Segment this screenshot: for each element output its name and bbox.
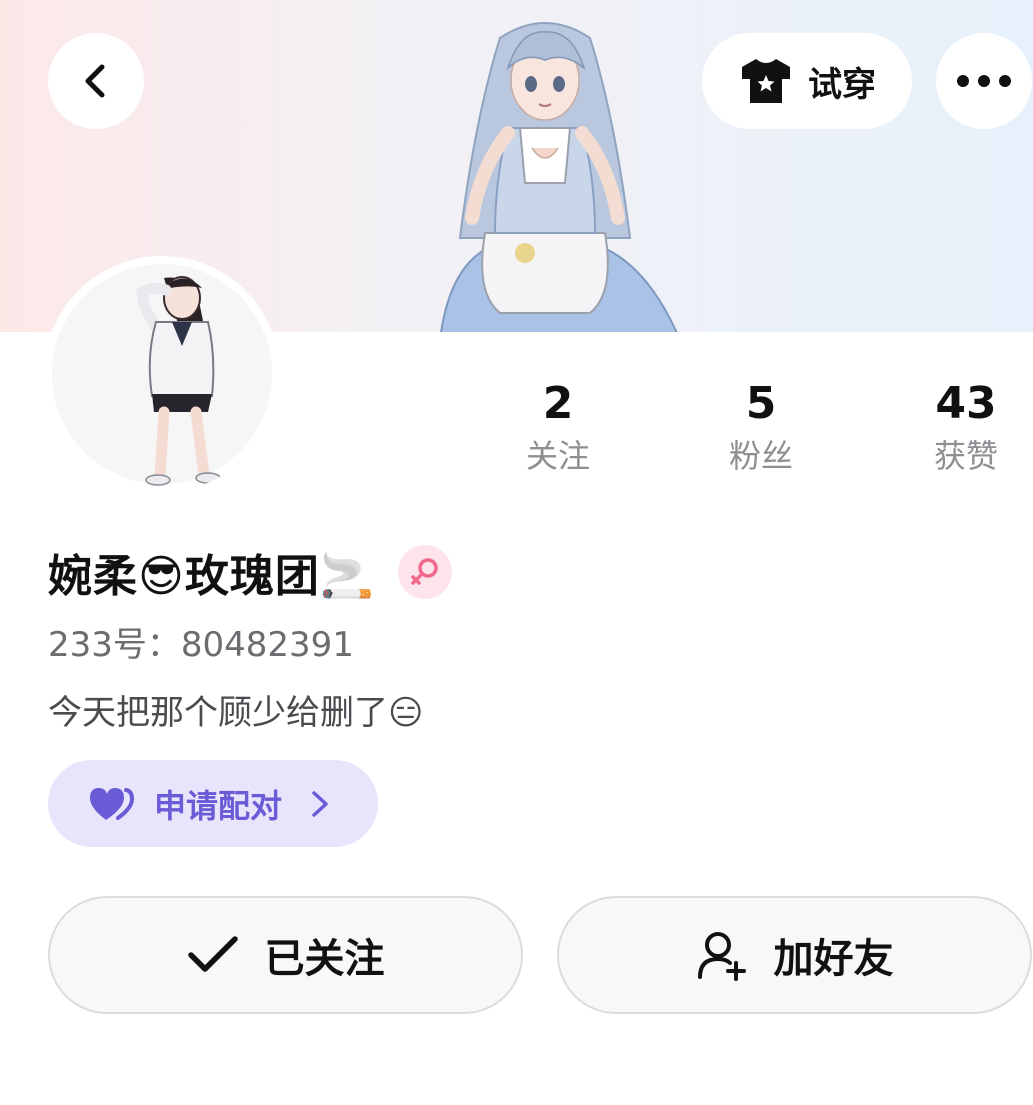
checkmark-icon: [187, 936, 238, 972]
apply-match-button[interactable]: 申请配对: [48, 760, 378, 847]
following-button[interactable]: 已关注: [48, 896, 523, 1014]
fans-count: 5: [745, 378, 777, 429]
add-friend-button[interactable]: 加好友: [557, 896, 1032, 1014]
following-count: 2: [542, 378, 574, 429]
following-label: 已关注: [264, 936, 385, 982]
profile-page: 试穿 2 关注 5 粉丝 43 获赞 婉柔😎玫瑰团🚬 233号：80482391…: [0, 0, 1033, 1105]
add-user-icon: [697, 932, 746, 981]
try-on-button[interactable]: 试穿: [702, 33, 912, 129]
user-id: 233号：80482391: [48, 625, 354, 665]
avatar-character-image: [136, 276, 221, 486]
more-options-button[interactable]: [936, 33, 1032, 129]
chevron-right-icon: [312, 790, 328, 817]
following-label: 关注: [525, 437, 590, 475]
heart-icon: [90, 787, 135, 820]
likes-count: 43: [935, 378, 997, 429]
add-friend-label: 加好友: [773, 936, 894, 982]
female-icon: [410, 558, 438, 585]
back-button[interactable]: [48, 33, 144, 129]
avatar-3d-model[interactable]: [400, 8, 690, 340]
stat-following[interactable]: 2 关注: [478, 378, 638, 476]
try-on-label: 试穿: [808, 64, 876, 105]
user-bio: 今天把那个顾少给删了😑: [48, 690, 423, 736]
gender-badge: [397, 545, 452, 599]
stat-likes[interactable]: 43 获赞: [886, 378, 1033, 476]
chevron-left-icon: [85, 64, 105, 98]
stat-fans[interactable]: 5 粉丝: [681, 378, 841, 476]
tshirt-icon: [742, 59, 790, 103]
likes-label: 获赞: [933, 437, 998, 475]
more-dots-icon: [957, 75, 1011, 87]
avatar[interactable]: [44, 256, 280, 492]
fans-label: 粉丝: [728, 437, 793, 475]
user-nickname: 婉柔😎玫瑰团🚬: [48, 551, 376, 602]
apply-match-label: 申请配对: [154, 786, 283, 825]
bio-text: 今天把那个顾少给删了😑: [48, 693, 424, 733]
name-row: 婉柔😎玫瑰团🚬: [48, 540, 452, 604]
